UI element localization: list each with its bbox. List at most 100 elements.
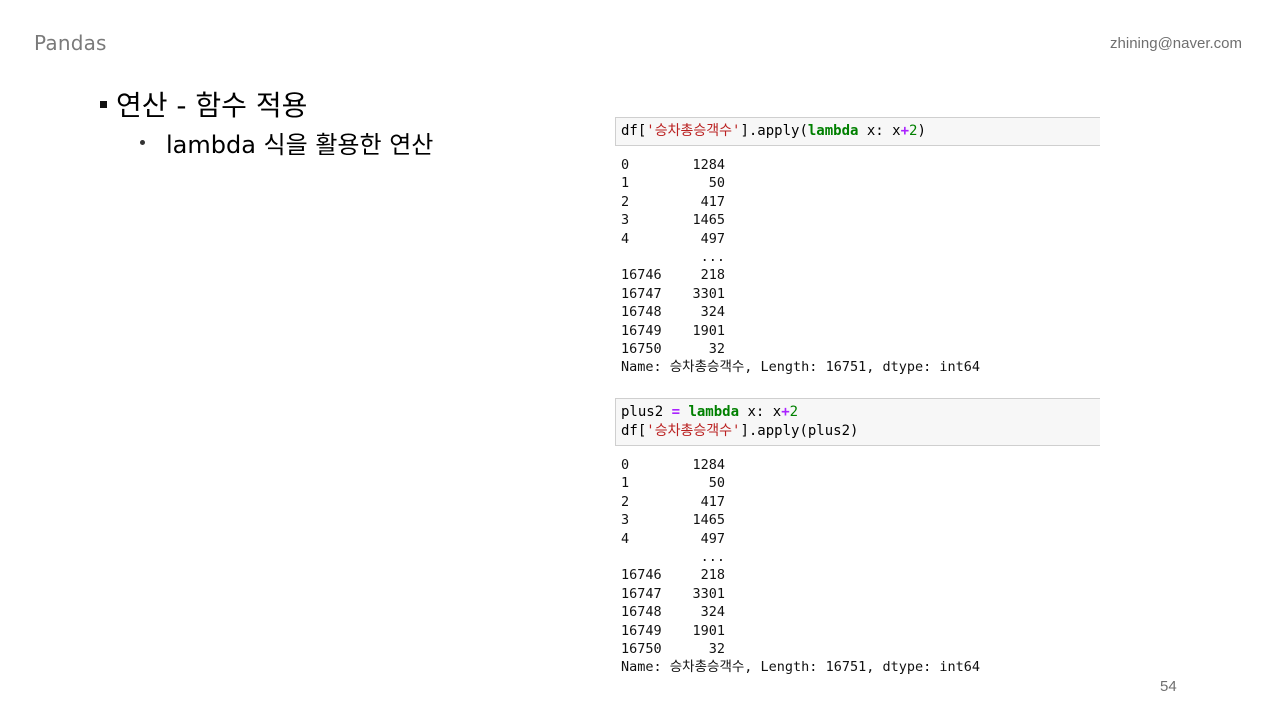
- output-index: [621, 248, 673, 266]
- output-value: 1465: [692, 212, 725, 229]
- output-value: 417: [700, 193, 725, 210]
- code-token: plus2: [621, 404, 672, 420]
- output-value: 1284: [692, 457, 725, 473]
- code-cell-input[interactable]: df['승차총승객수'].apply(lambda x: x+2): [615, 117, 1100, 146]
- output-row: 16747 3301: [621, 585, 980, 603]
- output-index: 16748: [621, 604, 662, 621]
- output-index: 16749: [621, 322, 662, 339]
- output-row: 4 497: [621, 530, 980, 548]
- code-cell-output: 0 1284 1 50 2 417 3 1465 4 497... 16746 218 16747 330…: [621, 456, 980, 677]
- output-index: 3: [621, 212, 630, 229]
- code-token: x: x: [858, 123, 901, 139]
- output-index: 16747: [621, 585, 662, 602]
- output-value: 50: [708, 175, 725, 192]
- slide-heading-text: 연산 - 함수 적용: [116, 89, 308, 122]
- output-row: ...: [621, 248, 980, 266]
- output-index: 3: [621, 512, 630, 529]
- output-row: 1 50: [621, 474, 980, 492]
- output-series-info: Name: 승차총승객수, Length: 16751, dtype: int6…: [621, 659, 980, 676]
- output-row: 2 417: [621, 193, 980, 211]
- output-series-info: Name: 승차총승객수, Length: 16751, dtype: int6…: [621, 359, 980, 376]
- output-row: 16750 32: [621, 640, 980, 658]
- output-row: 3 1465: [621, 511, 980, 529]
- output-row: 16750 32: [621, 340, 980, 358]
- code-token: ].apply(plus2): [740, 423, 859, 439]
- output-value: 32: [708, 641, 725, 658]
- output-value: 1465: [692, 512, 725, 529]
- output-value: 1901: [692, 622, 725, 639]
- output-row: 0 1284: [621, 456, 980, 474]
- output-value: ...: [700, 549, 725, 566]
- output-row: 16749 1901: [621, 322, 980, 340]
- output-index: 0: [621, 457, 630, 473]
- code-token: '승차총승객수': [646, 123, 741, 139]
- output-row: 4 497: [621, 230, 980, 248]
- slide-heading: 연산 - 함수 적용: [100, 84, 307, 124]
- code-token: df[: [621, 423, 647, 439]
- output-row: 2 417: [621, 493, 980, 511]
- output-index: 2: [621, 193, 630, 210]
- output-index: 4: [621, 530, 630, 547]
- code-line: df['승차총승객수'].apply(plus2): [621, 422, 1100, 441]
- output-index: 0: [621, 157, 630, 173]
- round-bullet-icon: [140, 140, 145, 145]
- code-token: df[: [621, 123, 647, 139]
- output-value: 417: [700, 493, 725, 510]
- code-token: x: x: [739, 404, 782, 420]
- output-row: 0 1284: [621, 156, 980, 174]
- code-token: ): [917, 123, 926, 139]
- output-value: 1901: [692, 322, 725, 339]
- output-index: 16748: [621, 304, 662, 321]
- output-index: 16749: [621, 622, 662, 639]
- output-value: 497: [700, 530, 725, 547]
- output-index: [621, 548, 673, 566]
- code-line: plus2 = lambda x: x+2: [621, 403, 1100, 422]
- output-value: 497: [700, 230, 725, 247]
- code-token: +: [900, 123, 910, 139]
- slide-subpoint-text: lambda 식을 활용한 연산: [166, 131, 434, 159]
- code-token: +: [781, 404, 790, 420]
- output-value: ...: [700, 249, 725, 266]
- page-number: 54: [1160, 678, 1177, 695]
- output-value: 3301: [692, 285, 725, 302]
- code-token: '승차총승객수': [646, 423, 741, 439]
- output-value: 218: [700, 267, 725, 284]
- code-line: df['승차총승객수'].apply(lambda x: x+2): [621, 122, 1100, 141]
- output-index: 1: [621, 175, 630, 192]
- output-row: ...: [621, 548, 980, 566]
- square-bullet-icon: [100, 100, 107, 108]
- output-index: 16747: [621, 285, 662, 302]
- code-cell-input[interactable]: plus2 = lambda x: x+2 df['승차총승객수'].apply(…: [615, 398, 1100, 446]
- output-index: 16746: [621, 267, 662, 284]
- output-index: 2: [621, 493, 630, 510]
- code-token: =: [671, 404, 681, 420]
- output-row: 16747 3301: [621, 285, 980, 303]
- output-row: 16746 218: [621, 566, 980, 584]
- output-row: 16746 218: [621, 266, 980, 284]
- output-value: 32: [708, 341, 725, 358]
- output-value: 324: [700, 304, 725, 321]
- code-token: 2: [789, 404, 799, 420]
- code-token: ].apply(: [740, 123, 808, 139]
- output-value: 324: [700, 604, 725, 621]
- deck-title: Pandas: [34, 31, 107, 55]
- output-row: 3 1465: [621, 211, 980, 229]
- output-value: 218: [700, 567, 725, 584]
- slide-subpoint: lambda 식을 활용한 연산: [140, 125, 433, 160]
- code-token: lambda: [807, 123, 859, 139]
- output-index: 1: [621, 475, 630, 492]
- output-row: 16749 1901: [621, 622, 980, 640]
- output-value: 50: [708, 475, 725, 492]
- code-cell-output: 0 1284 1 50 2 417 3 1465 4 497... 16746 218 16747 330…: [621, 156, 980, 377]
- code-token: lambda: [688, 404, 740, 420]
- output-index: 4: [621, 230, 630, 247]
- author-email: zhining@naver.com: [1110, 35, 1242, 52]
- output-row: 1 50: [621, 174, 980, 192]
- output-index: 16750: [621, 341, 662, 358]
- output-index: 16746: [621, 567, 662, 584]
- output-row: 16748 324: [621, 303, 980, 321]
- output-value: 3301: [692, 585, 725, 602]
- output-index: 16750: [621, 641, 662, 658]
- output-value: 1284: [692, 157, 725, 173]
- output-row: 16748 324: [621, 603, 980, 621]
